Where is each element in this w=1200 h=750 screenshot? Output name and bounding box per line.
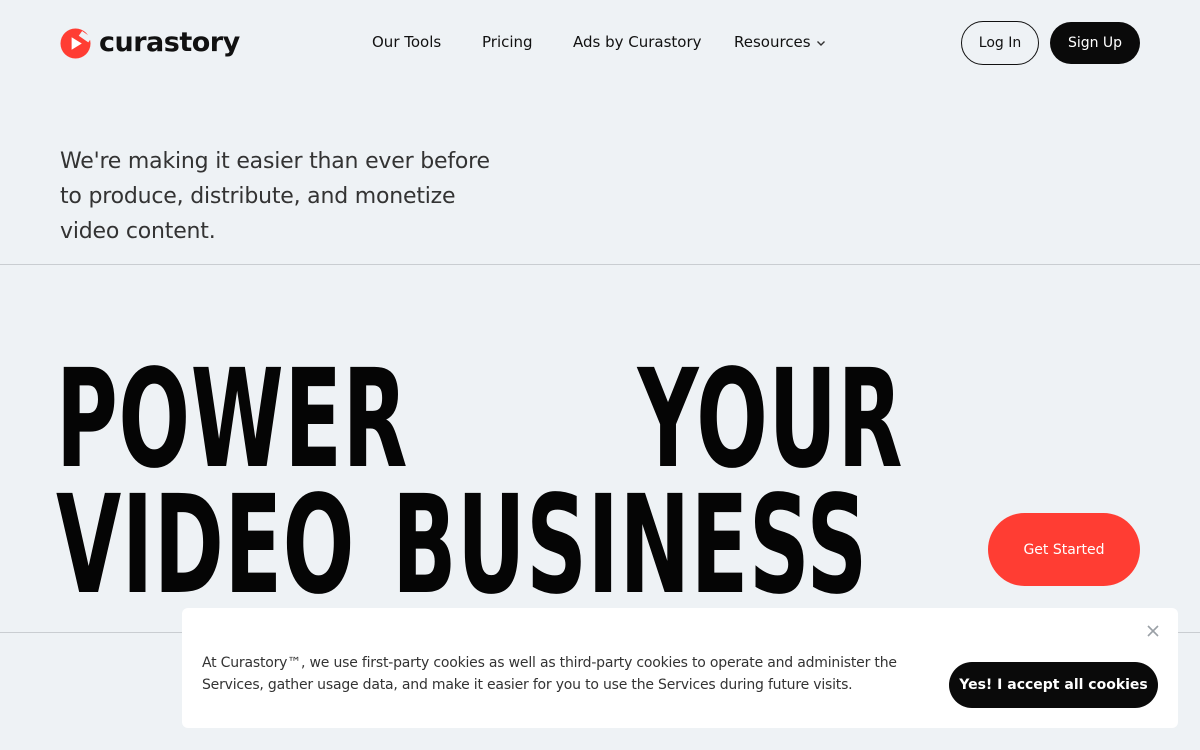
chevron-down-icon <box>816 40 825 46</box>
headline-line-2: VIDEO BUSINESS <box>56 478 868 614</box>
accept-cookies-button[interactable]: Yes! I accept all cookies <box>949 662 1158 708</box>
headline-word-business: BUSINESS <box>392 467 868 625</box>
logo-text: curastory <box>99 27 240 58</box>
headline-word-video: VIDEO <box>56 467 356 625</box>
logo[interactable]: curastory <box>60 27 240 59</box>
section-divider <box>0 264 1200 265</box>
nav-item-pricing[interactable]: Pricing <box>482 31 533 53</box>
nav-item-resources-label: Resources <box>734 33 811 51</box>
nav-item-resources[interactable]: Resources <box>734 31 826 53</box>
signup-button[interactable]: Sign Up <box>1050 22 1140 64</box>
nav-item-our-tools[interactable]: Our Tools <box>372 31 441 53</box>
close-icon[interactable] <box>1144 622 1162 640</box>
site-header: curastory Our Tools Pricing Ads by Curas… <box>0 0 1200 86</box>
cookie-banner-text: At Curastory™, we use first-party cookie… <box>202 655 897 693</box>
nav-item-ads-by-curastory[interactable]: Ads by Curastory <box>573 31 702 53</box>
login-button[interactable]: Log In <box>961 21 1039 65</box>
curastory-logo-icon <box>60 27 91 59</box>
cookie-banner: At Curastory™, we use first-party cookie… <box>182 608 1178 728</box>
hero-intro-text: We're making it easier than ever before … <box>60 149 490 244</box>
get-started-button[interactable]: Get Started <box>988 513 1140 586</box>
